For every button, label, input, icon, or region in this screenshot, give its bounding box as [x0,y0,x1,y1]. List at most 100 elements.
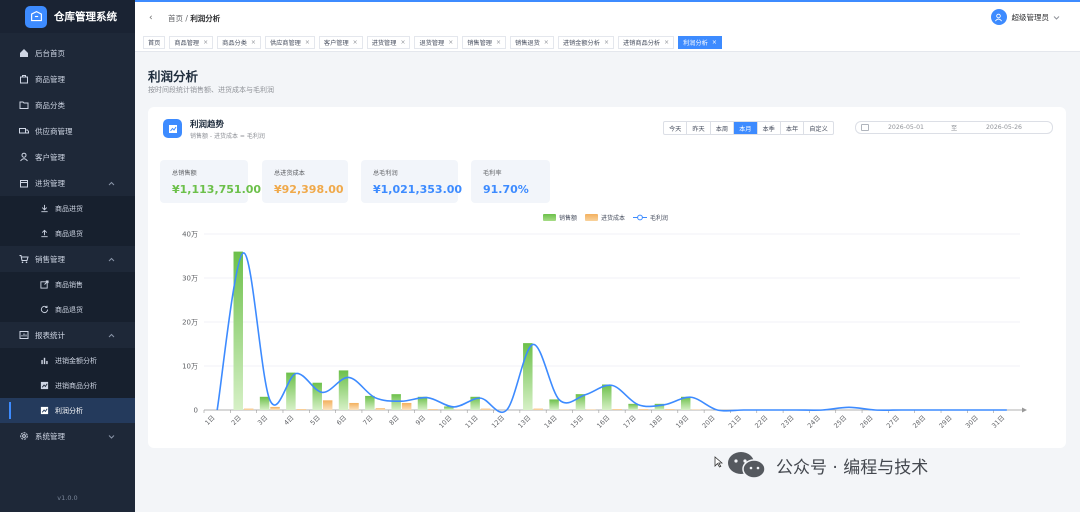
profit-chart: 0 10万 20万 30万 40万 1日 2日 3日 4日 5日 6日 7日 8日 9日 10日 11日 12日… [182,231,1027,430]
close-icon[interactable]: × [203,39,208,46]
user-menu[interactable]: 超级管理员 [990,9,1061,25]
x-tick-label: 17日 [622,414,638,430]
close-icon[interactable]: × [353,39,358,46]
user-name: 超级管理员 [1011,12,1050,22]
x-tick-label: 18日 [648,414,664,430]
tab-report-profit[interactable]: 利润分析 × [678,36,722,49]
sidebar-item-report[interactable]: 报表统计 [0,322,135,348]
x-tick-label: 21日 [727,414,743,430]
avatar [990,9,1007,25]
breadcrumb: 首页 / 利润分析 [168,13,220,24]
tab-customer[interactable]: 客户管理 × [318,36,363,49]
x-tick-label: 24日 [806,414,822,430]
x-tick-label: 3日 [256,414,269,427]
chart-box-icon [38,380,50,392]
profit-line [216,252,1007,413]
sidebar-item-report-amount[interactable]: 进销金额分析 [0,348,135,373]
x-tick-label: 31日 [990,414,1006,430]
tab-sales[interactable]: 销售管理 × [462,36,507,49]
tab-sales-return[interactable]: 销售退货 × [510,36,554,49]
x-tick-label: 26日 [859,414,875,430]
bar-cost [375,408,386,410]
share-icon [38,279,50,291]
chevron-up-icon [108,255,115,264]
tab-home[interactable]: 首页 [143,36,166,49]
x-tick-label: 4日 [282,414,295,427]
home-icon [18,47,30,59]
bar-cost [243,408,254,410]
sidebar-item-system[interactable]: 系统管理 [0,423,135,449]
sidebar-item-goods[interactable]: 商品管理 [0,66,135,92]
refresh-icon [38,304,50,316]
truck-icon [18,125,30,137]
breadcrumb-home[interactable]: 首页 [168,14,183,23]
sidebar-item-customer[interactable]: 客户管理 [0,144,135,170]
tab-report-amount[interactable]: 进销金额分析 × [557,36,614,49]
x-tick-label: 5日 [309,414,322,427]
close-icon[interactable]: × [448,39,453,46]
x-tick-label: 23日 [780,414,796,430]
x-tick-label: 9日 [414,414,427,427]
tab-return[interactable]: 退货管理 × [414,36,459,49]
watermark-text: 公众号 · 编程与技术 [776,457,929,478]
cart-icon [18,253,30,265]
y-tick-label: 0 [194,407,198,415]
close-icon[interactable]: × [251,39,256,46]
bar-cost [349,402,359,410]
sidebar-item-report-profit[interactable]: 利润分析 [0,398,135,423]
sidebar-item-sales[interactable]: 销售管理 [0,246,135,272]
x-tick-label: 25日 [832,414,848,430]
bar-cost [296,409,307,410]
version-label: v1.0.0 [57,494,78,502]
tab-supplier[interactable]: 供应商管理 × [264,36,315,49]
close-icon[interactable]: × [305,39,310,46]
y-tick-label: 20万 [182,319,198,327]
collapse-sidebar-icon[interactable]: ‹ [149,13,160,23]
x-tick-label: 28日 [911,414,927,430]
breadcrumb-separator: / [185,13,188,23]
close-icon[interactable]: × [712,39,717,46]
close-icon[interactable]: × [664,39,669,46]
sidebar-item-sales-out[interactable]: 商品销售 [0,272,135,297]
page-title: 利润分析 [148,69,199,84]
tab-purchase[interactable]: 进货管理 × [366,36,411,49]
folder-icon [18,99,30,111]
sidebar-item-supplier[interactable]: 供应商管理 [0,118,135,144]
breadcrumb-current: 利润分析 [190,13,221,23]
warehouse-icon [25,5,47,28]
user-icon [18,151,30,163]
bar-cost [401,402,412,410]
sidebar-item-purchase[interactable]: 进货管理 [0,170,135,196]
x-tick-label: 13日 [516,414,532,430]
close-icon[interactable]: × [496,39,501,46]
sidebar-item-home[interactable]: 后台首页 [0,40,135,66]
chevron-down-icon [1053,13,1060,22]
x-tick-label: 19日 [674,414,690,430]
bar-cost [480,408,491,410]
tab-category[interactable]: 商品分类 × [217,36,261,49]
tab-report-goods[interactable]: 进销商品分析 × [617,36,675,49]
bar-sales [602,384,612,410]
download-icon [38,203,50,215]
x-tick-label: 2日 [230,414,243,427]
sidebar-item-report-goods[interactable]: 进销商品分析 [0,373,135,398]
close-icon[interactable]: × [544,39,549,46]
x-tick-label: 20日 [701,414,717,430]
sidebar-item-purchase-in[interactable]: 商品进货 [0,196,135,221]
sidebar-item-purchase-return[interactable]: 商品退货 [0,221,135,246]
y-tick-label: 30万 [182,275,198,283]
sidebar-item-sales-return[interactable]: 商品退货 [0,297,135,322]
bar-sales [233,251,243,410]
bar-sales [338,370,349,410]
upload-icon [38,228,50,240]
sidebar-item-category[interactable]: 商品分类 [0,92,135,118]
x-axis-arrow [1022,407,1027,413]
bar-cost [665,409,675,410]
x-tick-label: 1日 [203,414,216,427]
top-header: ‹ 首页 / 利润分析 超级管理员 [135,0,1080,34]
wechat-icon [726,450,768,480]
tab-goods[interactable]: 商品管理 × [169,36,214,49]
bar-sales [628,403,638,410]
close-icon[interactable]: × [400,39,405,46]
close-icon[interactable]: × [604,39,609,46]
